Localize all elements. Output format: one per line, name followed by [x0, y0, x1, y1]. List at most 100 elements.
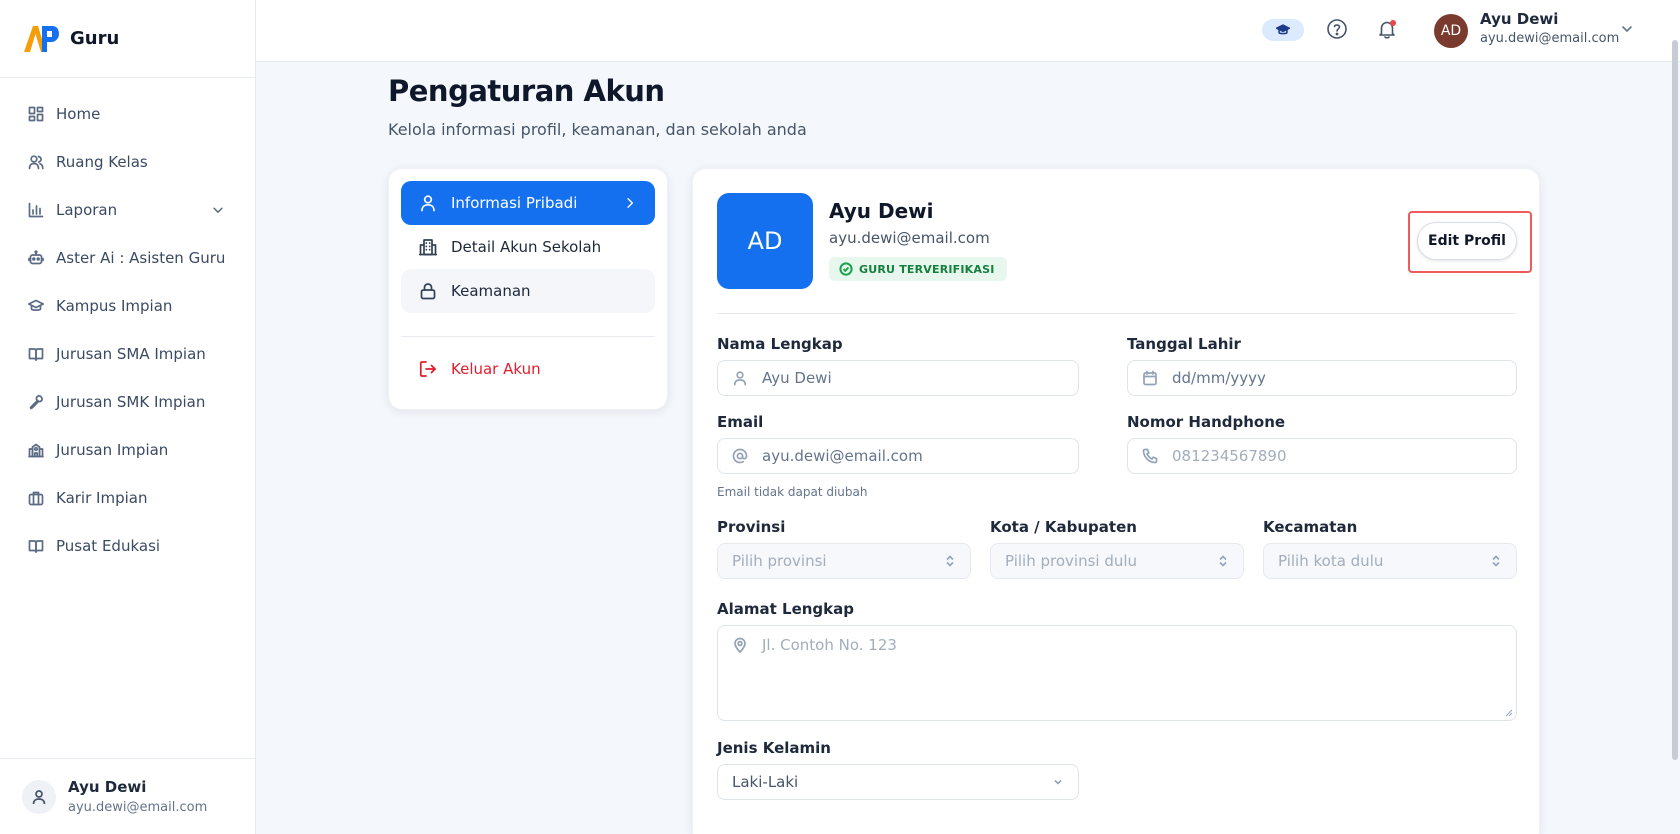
sidebar-item-kampus-impian[interactable]: Kampus Impian — [0, 282, 255, 330]
sidebar-item-label: Laporan — [56, 201, 118, 219]
check-circle-icon — [839, 262, 853, 276]
sidebar-item-laporan[interactable]: Laporan — [0, 186, 255, 234]
grid-icon — [28, 106, 44, 122]
chevron-down-icon[interactable] — [1620, 22, 1634, 36]
settings-menu: Informasi Pribadi Detail Akun Sekolah Ke… — [388, 168, 668, 410]
menu-item-informasi-pribadi[interactable]: Informasi Pribadi — [401, 181, 655, 225]
sidebar-user-email: ayu.dewi@email.com — [68, 800, 208, 815]
chevron-down-icon — [1054, 779, 1062, 785]
alamat-label: Alamat Lengkap — [717, 600, 854, 618]
sidebar-item-jurusan-impian[interactable]: Jurusan Impian — [0, 426, 255, 474]
menu-item-keamanan[interactable]: Keamanan — [401, 269, 655, 313]
users-icon — [28, 155, 44, 170]
at-sign-icon — [732, 448, 748, 464]
provinsi-placeholder: Pilih provinsi — [732, 552, 827, 570]
sidebar-item-aster-ai[interactable]: Aster Ai : Asisten Guru — [0, 234, 255, 282]
email-value: ayu.dewi@email.com — [762, 447, 923, 465]
briefcase-icon — [28, 491, 44, 506]
resize-handle-icon[interactable] — [1505, 709, 1513, 717]
alamat-input-content: Jl. Contoh No. 123 — [732, 636, 897, 654]
user-icon — [32, 789, 46, 804]
robot-icon — [28, 250, 44, 265]
gender-value: Laki-Laki — [732, 773, 799, 791]
calendar-icon — [1143, 370, 1157, 386]
topbar-user-info[interactable]: Ayu Dewi ayu.dewi@email.com — [1480, 10, 1619, 46]
avatar — [22, 779, 56, 814]
menu-item-detail-akun-sekolah[interactable]: Detail Akun Sekolah — [401, 225, 655, 269]
email-label: Email — [717, 413, 764, 431]
sidebar-item-label: Jurusan Impian — [56, 441, 169, 459]
phone-placeholder: 081234567890 — [1172, 447, 1287, 465]
gender-label: Jenis Kelamin — [717, 739, 831, 757]
sidebar-item-karir-impian[interactable]: Karir Impian — [0, 474, 255, 522]
sidebar-item-label: Jurusan SMA Impian — [56, 345, 206, 363]
topbar-user-name: Ayu Dewi — [1480, 10, 1559, 28]
profile-form-card: AD Ayu Dewi ayu.dewi@email.com GURU TERV… — [692, 168, 1540, 834]
provinsi-select[interactable]: Pilih provinsi — [717, 543, 971, 579]
kota-label: Kota / Kabupaten — [990, 518, 1137, 536]
sidebar-item-label: Ruang Kelas — [56, 153, 148, 171]
nama-field[interactable]: Ayu Dewi — [717, 360, 1079, 396]
sidebar-user[interactable]: Ayu Dewi ayu.dewi@email.com — [0, 758, 256, 834]
tanggal-value: dd/mm/yyyy — [1172, 369, 1266, 387]
sidebar-item-ruang-kelas[interactable]: Ruang Kelas — [0, 138, 255, 186]
provinsi-label: Provinsi — [717, 518, 786, 536]
nama-label: Nama Lengkap — [717, 335, 843, 353]
brand-name: Guru — [70, 28, 120, 49]
phone-field[interactable]: 081234567890 — [1127, 438, 1517, 474]
role-badge[interactable] — [1262, 19, 1304, 41]
book-icon — [28, 540, 44, 553]
phone-icon — [1142, 448, 1158, 464]
edit-profile-button[interactable]: Edit Profil — [1417, 222, 1517, 260]
page-scrollbar[interactable] — [1672, 40, 1678, 760]
verified-badge-label: GURU TERVERIFIKASI — [859, 262, 995, 276]
kota-select[interactable]: Pilih provinsi dulu — [990, 543, 1244, 579]
menu-item-label: Keamanan — [451, 282, 531, 300]
gender-select[interactable]: Laki-Laki — [717, 764, 1079, 800]
chevron-up-down-icon — [1219, 555, 1227, 567]
sidebar-user-name: Ayu Dewi — [68, 778, 147, 796]
profile-email: ayu.dewi@email.com — [829, 229, 990, 247]
help-icon[interactable] — [1326, 18, 1348, 40]
sidebar-item-label: Kampus Impian — [56, 297, 173, 315]
brand[interactable]: Guru — [0, 0, 255, 78]
avatar[interactable]: AD — [1434, 14, 1468, 48]
sidebar-item-jurusan-sma[interactable]: Jurusan SMA Impian — [0, 330, 255, 378]
alamat-textarea[interactable]: Jl. Contoh No. 123 — [717, 625, 1517, 721]
chevron-up-down-icon — [1492, 555, 1500, 567]
sidebar-item-label: Home — [56, 105, 101, 123]
logout-icon — [419, 361, 436, 377]
chevron-down-icon[interactable] — [211, 203, 225, 217]
map-pin-icon — [734, 637, 746, 653]
phone-label: Nomor Handphone — [1127, 413, 1286, 431]
alamat-placeholder: Jl. Contoh No. 123 — [762, 636, 897, 654]
page-subtitle: Kelola informasi profil, keamanan, dan s… — [388, 120, 807, 139]
chevron-up-down-icon — [946, 555, 954, 567]
sidebar-item-jurusan-smk[interactable]: Jurusan SMK Impian — [0, 378, 255, 426]
sidebar-item-home[interactable]: Home — [0, 90, 255, 138]
book-open-icon — [28, 348, 44, 361]
email-field[interactable]: ayu.dewi@email.com — [717, 438, 1079, 474]
sidebar-item-pusat-edukasi[interactable]: Pusat Edukasi — [0, 522, 255, 570]
kecamatan-placeholder: Pilih kota dulu — [1278, 552, 1384, 570]
logout-button[interactable]: Keluar Akun — [401, 347, 655, 391]
menu-item-label: Informasi Pribadi — [451, 194, 578, 212]
wrench-icon — [29, 395, 43, 410]
chevron-right-icon — [627, 198, 633, 208]
card-divider — [717, 313, 1517, 314]
verified-badge: GURU TERVERIFIKASI — [829, 257, 1007, 281]
tanggal-label: Tanggal Lahir — [1127, 335, 1241, 353]
lock-icon — [420, 283, 436, 300]
kecamatan-select[interactable]: Pilih kota dulu — [1263, 543, 1517, 579]
bar-chart-icon — [28, 202, 44, 218]
tanggal-field[interactable]: dd/mm/yyyy — [1127, 360, 1517, 396]
profile-avatar: AD — [717, 193, 813, 289]
graduation-cap-icon — [28, 299, 44, 311]
sidebar-item-label: Jurusan SMK Impian — [56, 393, 206, 411]
notification-dot — [1390, 20, 1396, 26]
menu-divider — [401, 336, 655, 337]
graduation-cap-icon — [1276, 24, 1290, 35]
topbar: AD Ayu Dewi ayu.dewi@email.com — [256, 0, 1680, 62]
menu-item-label: Detail Akun Sekolah — [451, 238, 602, 256]
logout-label: Keluar Akun — [451, 360, 541, 378]
